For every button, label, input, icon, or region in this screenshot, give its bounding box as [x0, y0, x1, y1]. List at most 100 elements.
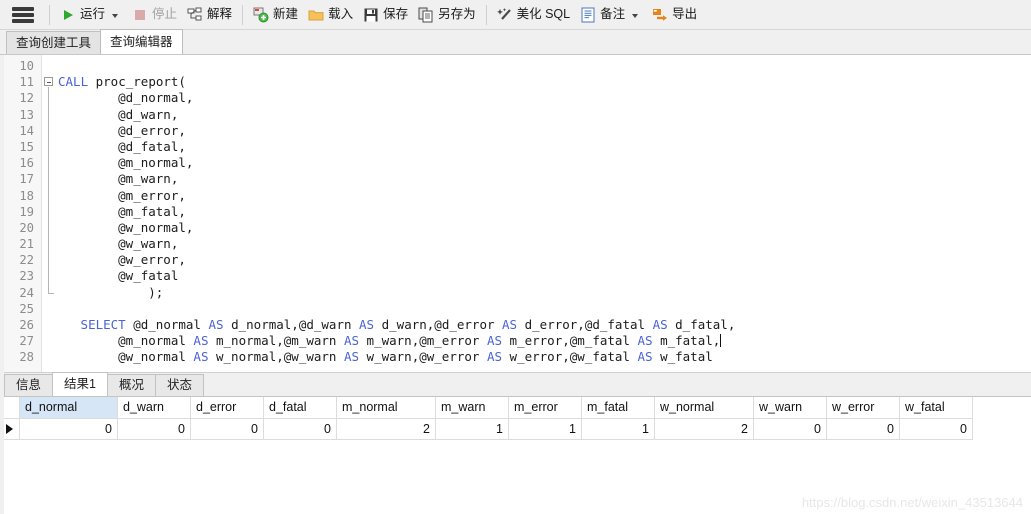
code-line[interactable]: 25 [0, 301, 1031, 317]
text-caret [720, 334, 722, 348]
code-line[interactable]: 16 @m_normal, [0, 155, 1031, 171]
code-line[interactable]: 27 @m_normal AS m_normal,@m_warn AS m_war… [0, 333, 1031, 349]
cell-d_fatal[interactable]: 0 [263, 417, 337, 440]
line-number: 18 [19, 188, 34, 203]
cell-d_warn[interactable]: 0 [117, 417, 191, 440]
code-text: @d_warn, [118, 106, 179, 122]
save-as-button[interactable]: 另存为 [413, 2, 481, 28]
code-line[interactable]: 20 @w_normal, [0, 220, 1031, 236]
code-line[interactable]: 11 CALL proc_report( [0, 74, 1031, 90]
cell-d_normal[interactable]: 0 [19, 417, 118, 440]
toolbar-separator [49, 4, 50, 25]
save-as-button-label: 另存为 [438, 7, 476, 22]
code-text: @d_normal, [118, 90, 194, 106]
hamburger-menu-icon[interactable] [12, 6, 34, 23]
cell-w_error[interactable]: 0 [826, 417, 900, 440]
tab-status[interactable]: 状态 [154, 374, 204, 396]
cell-m_error[interactable]: 1 [508, 417, 582, 440]
main-toolbar: 运行 停止 解释 新建 载入 保存 另存为 美化 SQL 备注 导出 [0, 0, 1031, 30]
stop-button[interactable]: 停止 [127, 2, 182, 28]
tab-info[interactable]: 信息 [4, 374, 54, 396]
code-text: @w_normal, [118, 219, 194, 235]
code-line[interactable]: 12 @d_normal, [0, 90, 1031, 106]
line-number: 21 [19, 237, 34, 252]
note-button-label: 备注 [600, 7, 626, 22]
line-number: 24 [19, 285, 34, 300]
cell-w_fatal[interactable]: 0 [899, 417, 973, 440]
cell-w_normal[interactable]: 2 [654, 417, 754, 440]
column-header-m_normal[interactable]: m_normal [336, 397, 436, 419]
line-number: 28 [19, 350, 34, 365]
column-header-d_error[interactable]: d_error [190, 397, 264, 419]
column-header-w_normal[interactable]: w_normal [654, 397, 754, 419]
code-fold-toggle[interactable] [44, 77, 53, 87]
cell-m_fatal[interactable]: 1 [581, 417, 655, 440]
cell-d_error[interactable]: 0 [190, 417, 264, 440]
note-dropdown-caret-icon[interactable] [632, 13, 639, 18]
tab-info-label: 信息 [16, 378, 42, 392]
tab-profile-label: 概况 [118, 378, 144, 392]
result-tab-bar: 信息 结果1 概况 状态 [0, 372, 1031, 397]
cell-m_normal[interactable]: 2 [336, 417, 436, 440]
column-header-m_error[interactable]: m_error [508, 397, 582, 419]
column-header-m_fatal[interactable]: m_fatal [581, 397, 655, 419]
code-line[interactable]: 15 @d_fatal, [0, 139, 1031, 155]
code-line[interactable]: 14 @d_error, [0, 123, 1031, 139]
cell-m_warn[interactable]: 1 [435, 417, 509, 440]
tab-query-editor[interactable]: 查询编辑器 [100, 29, 183, 54]
code-line[interactable]: 26 SELECT @d_normal AS d_normal,@d_warn A… [0, 317, 1031, 333]
explain-icon [187, 7, 203, 23]
column-header-d_fatal[interactable]: d_fatal [263, 397, 337, 419]
load-button[interactable]: 载入 [303, 2, 358, 28]
stop-icon [132, 7, 148, 23]
code-line[interactable]: 10 [0, 58, 1031, 74]
line-number: 22 [19, 253, 34, 268]
code-text: @w_error, [118, 252, 186, 268]
sql-code-editor[interactable]: 10 11 CALL proc_report(12 @d_normal, 13 @d_wa… [0, 55, 1031, 373]
note-button[interactable]: 备注 [575, 2, 647, 28]
code-line[interactable]: 18 @m_error, [0, 188, 1031, 204]
tab-query-builder-label: 查询创建工具 [16, 36, 92, 50]
run-button[interactable]: 运行 [55, 2, 127, 28]
code-text: @w_normal AS w_normal,@w_warn AS w_warn,… [118, 349, 713, 365]
save-button[interactable]: 保存 [358, 2, 413, 28]
line-number: 19 [19, 204, 34, 219]
cell-w_warn[interactable]: 0 [753, 417, 827, 440]
code-line[interactable]: 24); [0, 285, 1031, 301]
code-line[interactable]: 13 @d_warn, [0, 107, 1031, 123]
export-button-label: 导出 [672, 7, 698, 22]
line-number: 23 [19, 269, 34, 284]
code-line[interactable]: 28 @w_normal AS w_normal,@w_warn AS w_war… [0, 349, 1031, 365]
load-button-label: 载入 [328, 7, 354, 22]
code-line[interactable]: 23 @w_fatal [0, 268, 1031, 284]
result-grid[interactable]: d_normal d_warn d_error d_fatal m_normal m_wa… [0, 397, 973, 440]
code-line[interactable]: 21 @w_warn, [0, 236, 1031, 252]
export-button[interactable]: 导出 [647, 2, 702, 28]
column-header-d_warn[interactable]: d_warn [117, 397, 191, 419]
stop-button-label: 停止 [152, 7, 178, 22]
code-text: @d_fatal, [118, 138, 186, 154]
tab-profile[interactable]: 概况 [106, 374, 156, 396]
code-line[interactable]: 19 @m_fatal, [0, 204, 1031, 220]
new-query-button[interactable]: 新建 [248, 2, 303, 28]
toolbar-separator [485, 4, 487, 25]
play-icon [60, 7, 76, 23]
run-dropdown-caret-icon[interactable] [112, 13, 119, 18]
folder-icon [308, 7, 324, 23]
table-row[interactable]: 000021112000 [0, 417, 973, 440]
code-line[interactable]: 17 @m_warn, [0, 171, 1031, 187]
column-header-m_warn[interactable]: m_warn [435, 397, 509, 419]
explain-button[interactable]: 解释 [182, 2, 237, 28]
code-line[interactable]: 22 @w_error, [0, 252, 1031, 268]
column-header-w_fatal[interactable]: w_fatal [899, 397, 973, 419]
tab-result-1[interactable]: 结果1 [52, 372, 108, 396]
column-header-w_error[interactable]: w_error [826, 397, 900, 419]
column-header-d_normal[interactable]: d_normal [19, 397, 118, 419]
code-lines-container[interactable]: 10 11 CALL proc_report(12 @d_normal, 13 @d_wa… [0, 55, 1031, 372]
watermark-text: https://blog.csdn.net/weixin_43513644 [801, 495, 1023, 510]
code-text: @d_error, [118, 122, 186, 138]
tab-query-builder[interactable]: 查询创建工具 [6, 31, 102, 54]
column-header-w_warn[interactable]: w_warn [753, 397, 827, 419]
editor-tab-bar: 查询创建工具 查询编辑器 [0, 29, 1031, 55]
beautify-sql-button[interactable]: 美化 SQL [492, 2, 576, 28]
